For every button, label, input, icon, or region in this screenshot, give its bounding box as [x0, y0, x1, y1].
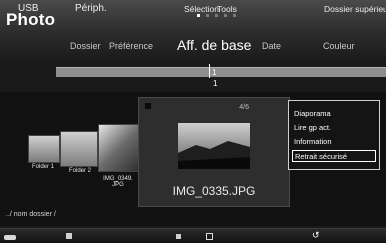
- photo-thumbnail-caption: IMG_0349. JPG: [103, 176, 133, 188]
- menu-item-lire-groupe[interactable]: Lire gp act.: [292, 122, 376, 134]
- page-dot-2: [206, 14, 209, 17]
- tools-label[interactable]: Tools: [217, 4, 237, 14]
- page-dot-4: [224, 14, 227, 17]
- folder-1-thumbnail[interactable]: [28, 135, 60, 163]
- folder-1-caption: Folder 1: [31, 164, 54, 170]
- tab-preference[interactable]: Préférence: [109, 41, 153, 51]
- menu-item-retrait-securise[interactable]: Retrait sécurisé: [292, 150, 376, 162]
- usb-label[interactable]: USB: [18, 3, 39, 14]
- device-label[interactable]: Périph.: [75, 3, 107, 14]
- tools-icon: [206, 233, 213, 240]
- folder-2-caption: Folder 2: [68, 168, 91, 174]
- tools-popup-menu: Diaporama Lire gp act. Information Retra…: [288, 100, 380, 170]
- tab-dossier[interactable]: Dossier: [70, 41, 101, 51]
- preview-indicator-icon: [145, 103, 151, 109]
- return-icon: ↺: [312, 230, 320, 240]
- parent-folder-label[interactable]: Dossier supérieur: [324, 4, 386, 14]
- page-indicator: [197, 14, 236, 17]
- timeline-marker-label: 1: [212, 68, 217, 77]
- preview-filename: IMG_0335.JPG: [172, 184, 256, 198]
- device-icon: [66, 233, 72, 239]
- tab-date[interactable]: Date: [262, 41, 281, 51]
- folder-2-thumbnail[interactable]: [60, 131, 98, 167]
- view-tabs: Dossier Préférence Aff. de base Date Cou…: [0, 36, 386, 56]
- timeline-bar[interactable]: [56, 67, 386, 77]
- select-button-icon: [176, 234, 181, 239]
- folder-path: ../ nom dossier /: [6, 211, 56, 218]
- menu-item-diaporama[interactable]: Diaporama: [292, 108, 376, 120]
- page-dot-5: [233, 14, 236, 17]
- landscape-photo-icon: [178, 123, 250, 169]
- menu-item-information[interactable]: Information: [292, 136, 376, 148]
- usb-icon: [4, 235, 16, 240]
- timeline-position-label: 1: [213, 79, 218, 88]
- preview-panel[interactable]: 4/6 IMG_0335.JPG: [138, 97, 290, 207]
- tab-couleur[interactable]: Couleur: [323, 41, 355, 51]
- bottom-bar: [0, 228, 386, 243]
- photo-browser-screen: Photo Dossier Préférence Aff. de base Da…: [0, 0, 386, 243]
- photo-thumbnail[interactable]: [98, 124, 140, 172]
- timeline-marker[interactable]: [209, 64, 210, 78]
- select-label[interactable]: Sélection: [184, 4, 219, 14]
- preview-counter: 4/6: [239, 104, 249, 111]
- preview-image: [178, 123, 250, 169]
- page-dot-1: [197, 14, 200, 17]
- tab-aff-de-base[interactable]: Aff. de base: [177, 37, 251, 53]
- page-dot-3: [215, 14, 218, 17]
